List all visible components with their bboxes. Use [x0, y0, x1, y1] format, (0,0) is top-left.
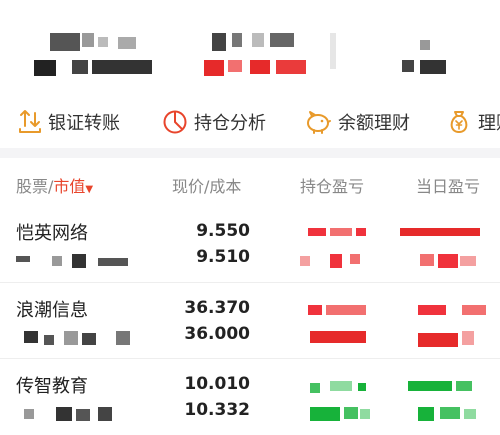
position-pl-masked: [300, 224, 390, 274]
holdings-header: 股票/市值▼ 现价/成本 持仓盈亏 当日盈亏: [0, 160, 500, 206]
holding-row[interactable]: 浪潮信息 36.370 36.000: [0, 283, 500, 358]
today-pl-header[interactable]: 当日盈亏: [416, 173, 480, 197]
section-divider: [0, 148, 500, 158]
today-pl-masked: [400, 301, 495, 351]
cost-price: 36.000: [184, 324, 250, 344]
position-analysis-button[interactable]: 持仓分析: [162, 96, 266, 148]
stock-quantity-masked: [16, 252, 136, 272]
current-price: 9.550: [196, 221, 250, 241]
stock-quantity-masked: [16, 403, 136, 425]
current-price: 36.370: [184, 298, 250, 318]
wealth-management-label: 理财: [478, 113, 500, 134]
current-price: 10.010: [184, 374, 250, 394]
cost-price: 10.332: [184, 400, 250, 420]
holding-row[interactable]: 传智教育 10.010 10.332: [0, 359, 500, 434]
wealth-management-button[interactable]: 理财: [446, 96, 500, 148]
quick-actions-bar: 银证转账 持仓分析 余额理财 理: [0, 96, 500, 148]
balance-finance-label: 余额理财: [338, 113, 410, 134]
sort-desc-icon: ▼: [85, 184, 94, 195]
position-analysis-label: 持仓分析: [194, 113, 266, 134]
position-pl-masked: [300, 301, 390, 351]
holding-row[interactable]: 恺英网络 9.550 9.510: [0, 206, 500, 281]
bank-transfer-button[interactable]: 银证转账: [18, 96, 120, 148]
account-summary-masked: [0, 0, 500, 90]
stock-name: 传智教育: [16, 376, 88, 397]
stock-sort-header[interactable]: 股票/市值▼: [16, 173, 93, 197]
money-bag-icon: [446, 109, 472, 135]
bank-transfer-label: 银证转账: [48, 113, 120, 134]
price-cost-header[interactable]: 现价/成本: [172, 173, 241, 197]
today-pl-masked: [400, 224, 495, 274]
pie-chart-icon: [162, 109, 188, 135]
position-pl-header[interactable]: 持仓盈亏: [300, 173, 364, 197]
today-pl-masked: [400, 377, 495, 427]
market-value-sort[interactable]: 市值: [53, 177, 85, 196]
stock-header-label: 股票: [16, 177, 49, 196]
position-pl-masked: [300, 377, 390, 427]
cost-price: 9.510: [196, 247, 250, 267]
stock-quantity-masked: [16, 327, 136, 349]
stock-name: 恺英网络: [16, 223, 88, 244]
piggy-bank-icon: [304, 109, 332, 135]
balance-finance-button[interactable]: 余额理财: [304, 96, 410, 148]
stock-name: 浪潮信息: [16, 300, 88, 321]
transfer-icon: [18, 109, 42, 135]
